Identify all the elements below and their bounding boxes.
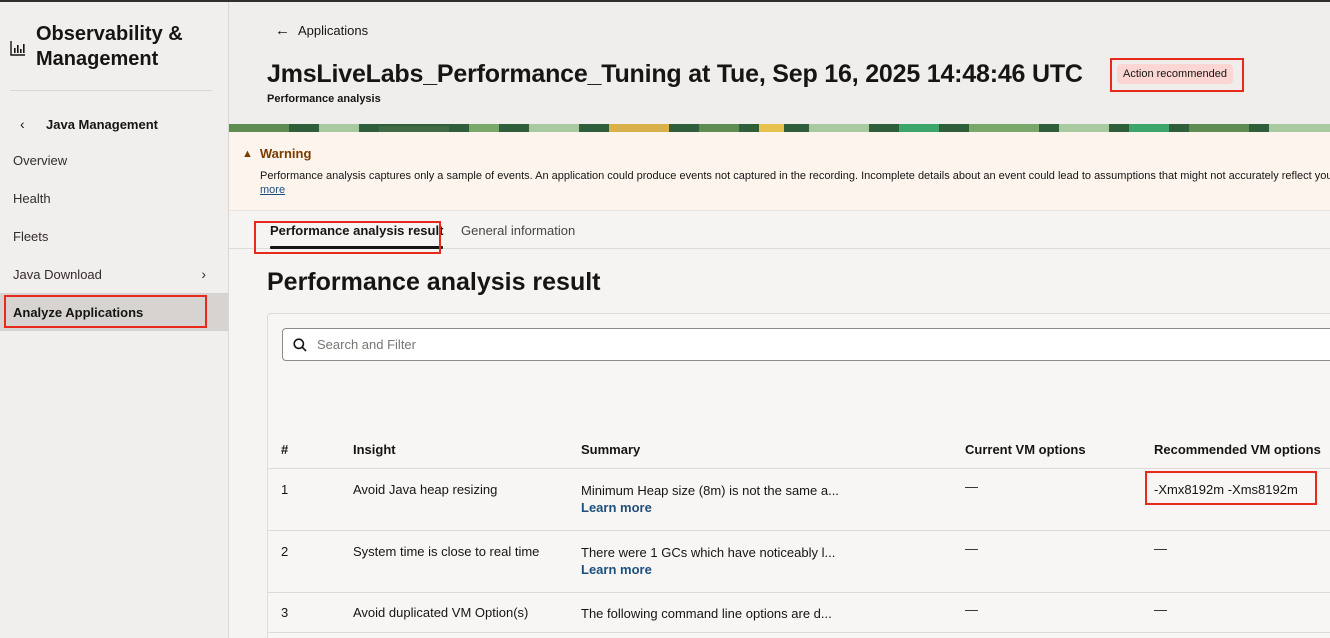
sidebar-item-overview[interactable]: Overview [0, 141, 228, 179]
search-input[interactable] [317, 337, 1217, 352]
page-title: JmsLiveLabs_Performance_Tuning at Tue, S… [267, 60, 1083, 88]
warning-icon: ▲ [242, 147, 253, 160]
decorative-banner [229, 124, 1330, 132]
sidebar-item-label: Fleets [13, 228, 49, 244]
breadcrumb-label: Applications [298, 23, 369, 38]
search-icon [293, 337, 307, 352]
chevron-right-icon: › [201, 266, 206, 282]
row-recommended-vm-options: — [1154, 602, 1167, 617]
tab-general-information[interactable]: General information [461, 211, 575, 249]
chevron-left-icon: ‹ [20, 116, 25, 132]
tab-label: General information [461, 222, 576, 238]
table-row[interactable]: 2 System time is close to real time Ther… [268, 531, 1330, 593]
back-label: Java Management [46, 116, 158, 132]
row-number: 2 [281, 544, 289, 559]
sidebar-divider [10, 90, 212, 91]
sidebar-item-label: Overview [13, 152, 68, 168]
row-insight: Avoid duplicated VM Option(s) [353, 605, 529, 620]
section-title: Performance analysis result [267, 268, 601, 296]
warning-text: Performance analysis captures only a sam… [260, 170, 1330, 182]
column-header-recommended-vm-options[interactable]: Recommended VM options [1154, 442, 1321, 457]
status-badge: Action recommended [1117, 64, 1233, 84]
warning-more-link[interactable]: more [260, 184, 285, 196]
row-summary: There were 1 GCs which have noticeably l… [581, 545, 835, 577]
warning-heading: ▲ Warning [242, 146, 311, 161]
column-header-insight[interactable]: Insight [353, 442, 396, 457]
tab-performance-analysis-result[interactable]: Performance analysis result [270, 211, 444, 249]
learn-more-link[interactable]: Learn more [581, 500, 839, 515]
search-box[interactable] [282, 328, 1330, 361]
tab-bar: Performance analysis result General info… [229, 211, 1330, 249]
row-current-vm-options: — [965, 541, 978, 556]
sidebar-item-label: Health [13, 190, 51, 206]
row-current-vm-options: — [965, 602, 978, 617]
brand-title: Observability & Management [36, 23, 183, 70]
summary-text: There were 1 GCs which have noticeably l… [581, 545, 836, 560]
column-header-current-vm-options[interactable]: Current VM options [965, 442, 1086, 457]
back-to-java-management[interactable]: ‹ Java Management [20, 114, 158, 134]
table-header: # Insight Summary Current VM options Rec… [268, 432, 1330, 469]
warning-heading-label: Warning [259, 146, 312, 161]
sidebar-item-analyze-applications[interactable]: Analyze Applications [0, 293, 228, 331]
sidebar: Observability & Management ‹ Java Manage… [0, 2, 229, 638]
row-number: 1 [281, 482, 289, 497]
table-row[interactable]: 1 Avoid Java heap resizing Minimum Heap … [268, 469, 1330, 531]
main-content: ← Applications JmsLiveLabs_Performance_T… [229, 2, 1330, 638]
row-number: 3 [281, 605, 289, 620]
sidebar-item-java-download[interactable]: Java Download › [0, 255, 228, 293]
summary-text: Minimum Heap size (8m) is not the same a… [581, 483, 839, 498]
row-summary: The following command line options are d… [581, 606, 832, 621]
analytics-icon [10, 41, 25, 56]
sidebar-item-health[interactable]: Health [0, 179, 228, 217]
page-header: ← Applications JmsLiveLabs_Performance_T… [229, 2, 1330, 124]
table-row[interactable]: 3 Avoid duplicated VM Option(s) The foll… [268, 593, 1330, 633]
row-recommended-vm-options: — [1154, 541, 1167, 556]
sidebar-item-fleets[interactable]: Fleets [0, 217, 228, 255]
sidebar-item-label: Java Download [13, 266, 102, 282]
row-recommended-vm-options: -Xmx8192m -Xms8192m [1154, 482, 1298, 497]
breadcrumb[interactable]: ← Applications [275, 22, 368, 39]
sidebar-item-label: Analyze Applications [13, 304, 144, 320]
tab-label: Performance analysis result [270, 222, 444, 238]
row-insight: Avoid Java heap resizing [353, 482, 498, 497]
page-subtitle: Performance analysis [267, 93, 381, 105]
results-card: # Insight Summary Current VM options Rec… [267, 313, 1330, 638]
row-current-vm-options: — [965, 479, 978, 494]
arrow-left-icon: ← [275, 22, 290, 39]
column-header-summary[interactable]: Summary [581, 442, 640, 457]
column-header-number[interactable]: # [281, 442, 288, 457]
learn-more-link[interactable]: Learn more [581, 562, 835, 577]
warning-message: ▲ Warning Performance analysis captures … [229, 132, 1330, 211]
row-summary: Minimum Heap size (8m) is not the same a… [581, 483, 839, 515]
row-insight: System time is close to real time [353, 544, 540, 559]
